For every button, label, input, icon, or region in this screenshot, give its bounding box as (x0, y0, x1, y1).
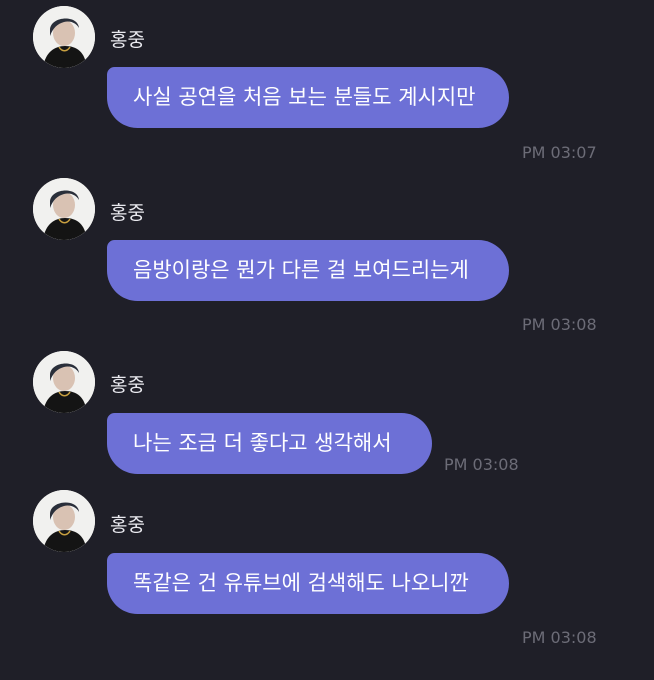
chat-thread: 홍중 사실 공연을 처음 보는 분들도 계시지만 PM 03:07 홍중 음방이… (0, 0, 654, 680)
message-bubble[interactable]: 사실 공연을 처음 보는 분들도 계시지만 (107, 67, 509, 128)
profile-photo-icon (33, 178, 95, 240)
profile-photo-icon (33, 351, 95, 413)
avatar[interactable] (33, 351, 95, 413)
message-bubble[interactable]: 똑같은 건 유튜브에 검색해도 나오니깐 (107, 553, 509, 614)
sender-name: 홍중 (110, 29, 145, 51)
message-time: PM 03:07 (522, 143, 597, 162)
profile-photo-icon (33, 490, 95, 552)
message-time: PM 03:08 (444, 455, 519, 474)
avatar[interactable] (33, 178, 95, 240)
message-time: PM 03:08 (522, 315, 597, 334)
avatar[interactable] (33, 490, 95, 552)
sender-name: 홍중 (110, 374, 145, 396)
message-time: PM 03:08 (522, 628, 597, 647)
profile-photo-icon (33, 6, 95, 68)
sender-name: 홍중 (110, 202, 145, 224)
sender-name: 홍중 (110, 514, 145, 536)
avatar[interactable] (33, 6, 95, 68)
message-bubble[interactable]: 음방이랑은 뭔가 다른 걸 보여드리는게 (107, 240, 509, 301)
message-bubble[interactable]: 나는 조금 더 좋다고 생각해서 (107, 413, 432, 474)
